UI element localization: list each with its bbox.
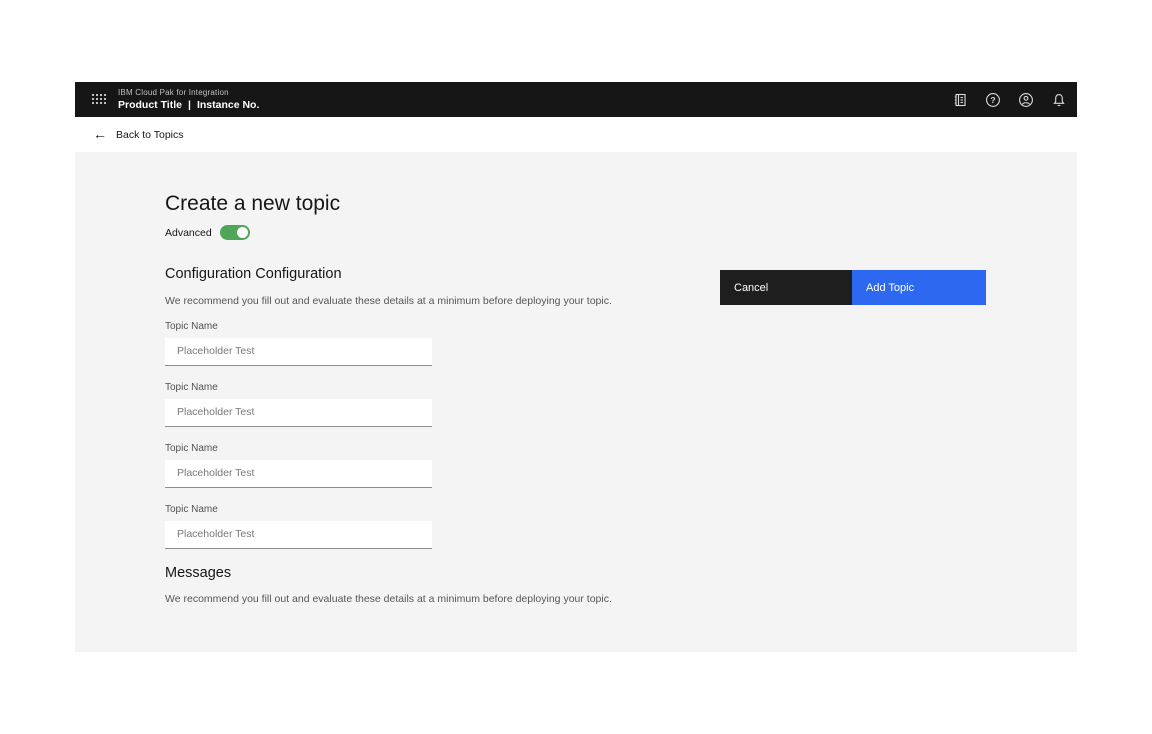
- back-arrow-icon: ←: [93, 127, 107, 141]
- add-topic-button[interactable]: Add Topic: [852, 270, 986, 305]
- header-eyebrow: IBM Cloud Pak for Integration: [118, 89, 259, 97]
- topic-name-label: Topic Name: [165, 443, 987, 455]
- back-link-label: Back to Topics: [116, 129, 184, 141]
- header-instance-label: Instance No.: [197, 100, 259, 111]
- create-topic-panel: Create a new topic Advanced Configuratio…: [75, 152, 1077, 652]
- help-icon[interactable]: ?: [985, 92, 1001, 108]
- configuration-section-description: We recommend you fill out and evaluate t…: [165, 293, 625, 309]
- messages-section-heading: Messages: [165, 565, 987, 582]
- topic-name-input-2[interactable]: [165, 399, 432, 427]
- cancel-button[interactable]: Cancel: [720, 270, 852, 305]
- page-title: Create a new topic: [165, 192, 987, 216]
- global-header: IBM Cloud Pak for Integration Product Ti…: [75, 82, 1077, 117]
- topic-name-label: Topic Name: [165, 321, 987, 333]
- header-icon-group: ?: [952, 92, 1067, 108]
- topic-name-field-1: Topic Name: [165, 321, 987, 366]
- app-switcher-icon[interactable]: [92, 94, 107, 105]
- back-row: ← Back to Topics: [75, 117, 1077, 152]
- advanced-toggle-row: Advanced: [165, 225, 987, 240]
- notification-bell-icon[interactable]: [1051, 92, 1067, 108]
- messages-section-description: We recommend you fill out and evaluate t…: [165, 591, 625, 607]
- header-product-title: Product Title: [118, 100, 182, 111]
- topic-name-input-1[interactable]: [165, 338, 432, 366]
- advanced-label: Advanced: [165, 227, 212, 239]
- header-title-separator: |: [188, 100, 191, 111]
- svg-text:?: ?: [990, 95, 995, 105]
- form-action-buttons: Cancel Add Topic: [720, 270, 986, 305]
- header-title-block: IBM Cloud Pak for Integration Product Ti…: [118, 89, 259, 111]
- topic-name-field-4: Topic Name: [165, 504, 987, 549]
- notebook-icon[interactable]: [952, 92, 968, 108]
- topic-name-field-2: Topic Name: [165, 382, 987, 427]
- topic-name-label: Topic Name: [165, 382, 987, 394]
- topic-name-input-3[interactable]: [165, 460, 432, 488]
- advanced-toggle[interactable]: [220, 225, 250, 240]
- topic-name-label: Topic Name: [165, 504, 987, 516]
- topic-name-input-4[interactable]: [165, 521, 432, 549]
- back-to-topics-link[interactable]: ← Back to Topics: [93, 128, 184, 142]
- toggle-knob: [237, 227, 248, 238]
- topic-name-field-3: Topic Name: [165, 443, 987, 488]
- app-window: IBM Cloud Pak for Integration Product Ti…: [75, 82, 1077, 652]
- user-avatar-icon[interactable]: [1018, 92, 1034, 108]
